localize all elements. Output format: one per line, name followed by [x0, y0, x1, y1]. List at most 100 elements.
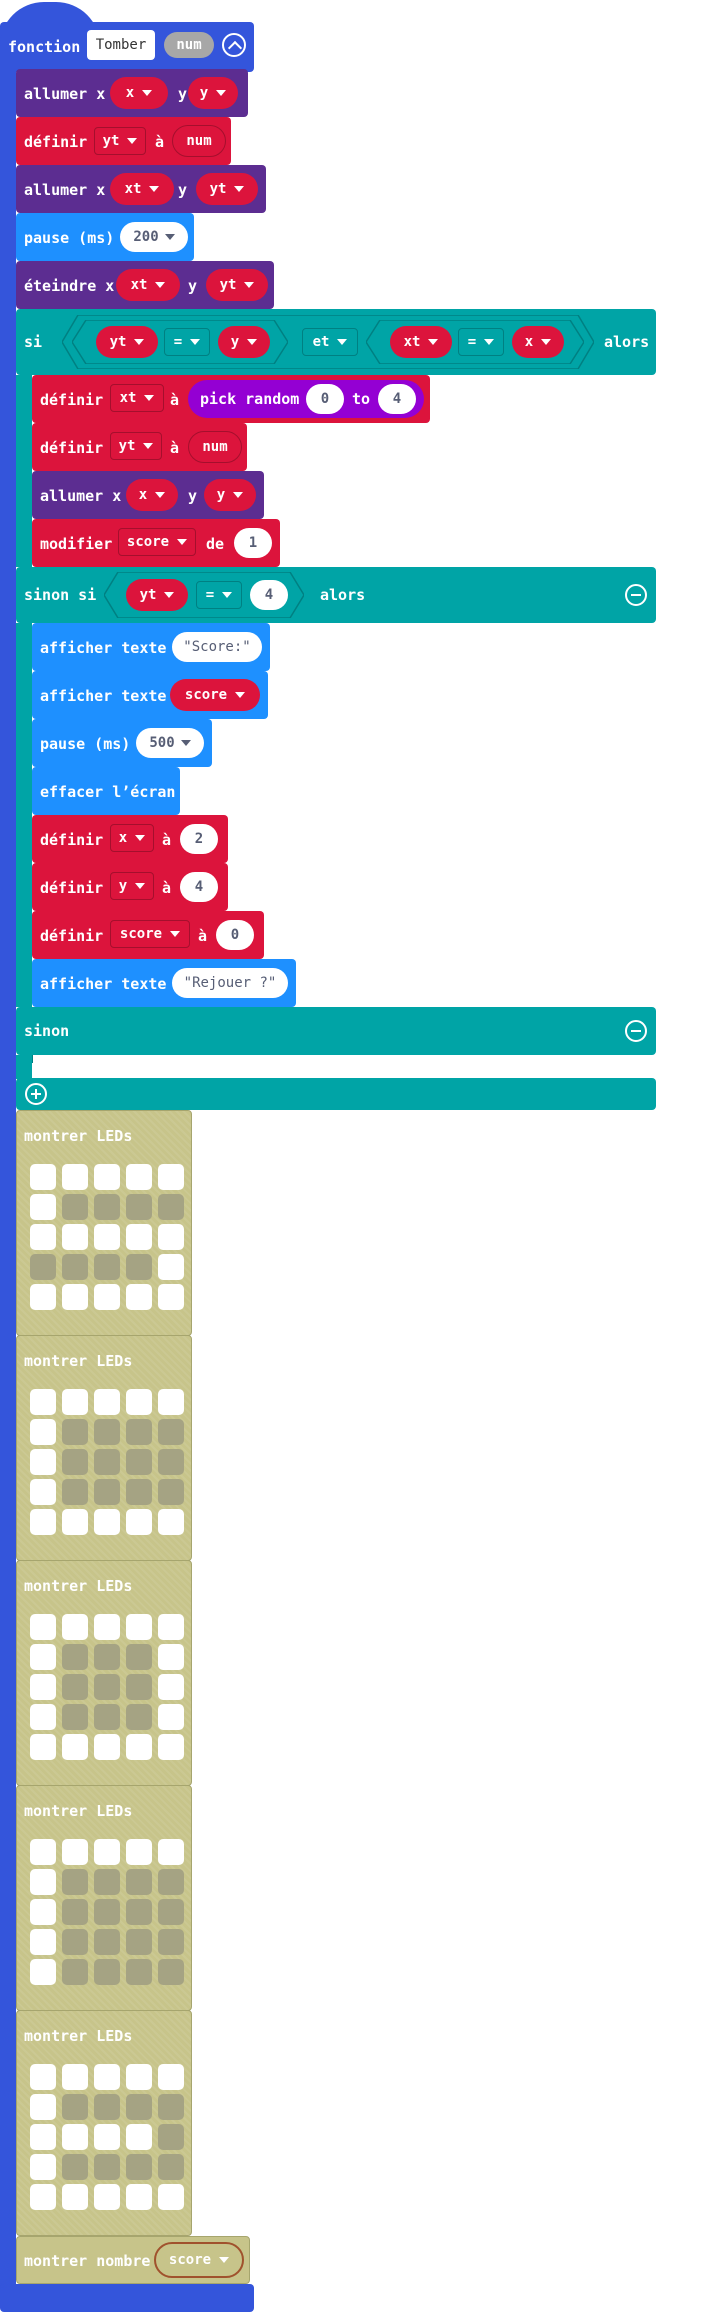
led-cell[interactable]: [30, 1164, 56, 1190]
led-cell[interactable]: [62, 1509, 88, 1535]
led-cell[interactable]: [126, 1509, 152, 1535]
led-cell[interactable]: [94, 1614, 120, 1640]
led-cell[interactable]: [126, 1389, 152, 1415]
change-score-value[interactable]: 1: [234, 528, 272, 558]
cond-op-b[interactable]: =: [458, 328, 504, 356]
plot-block-1-x[interactable]: x: [110, 77, 168, 109]
elseif-right[interactable]: 4: [250, 580, 288, 610]
led-cell[interactable]: [62, 1674, 88, 1700]
led-cell[interactable]: [158, 1839, 184, 1865]
led-cell[interactable]: [62, 1959, 88, 1985]
led-cell[interactable]: [30, 1734, 56, 1760]
set-random-var[interactable]: xt: [110, 384, 164, 412]
led-cell[interactable]: [126, 1929, 152, 1955]
led-cell[interactable]: [62, 2154, 88, 2180]
led-cell[interactable]: [158, 1449, 184, 1475]
and-dropdown[interactable]: et: [302, 328, 358, 356]
cond-left-a[interactable]: yt: [96, 326, 158, 358]
led-cell[interactable]: [158, 2124, 184, 2150]
led-cell[interactable]: [30, 1449, 56, 1475]
pause-block-2-value[interactable]: 500: [136, 728, 204, 758]
led-cell[interactable]: [94, 1419, 120, 1445]
led-cell[interactable]: [30, 1479, 56, 1505]
led-cell[interactable]: [30, 2124, 56, 2150]
led-cell[interactable]: [126, 1224, 152, 1250]
led-cell[interactable]: [94, 1929, 120, 1955]
led-cell[interactable]: [94, 2124, 120, 2150]
led-cell[interactable]: [158, 1419, 184, 1445]
led-cell[interactable]: [62, 1419, 88, 1445]
led-cell[interactable]: [30, 1614, 56, 1640]
led-cell[interactable]: [158, 1614, 184, 1640]
led-cell[interactable]: [62, 1869, 88, 1895]
led-cell[interactable]: [94, 1704, 120, 1730]
led-cell[interactable]: [94, 1734, 120, 1760]
set-block-1-var[interactable]: yt: [94, 127, 146, 155]
led-cell[interactable]: [126, 1284, 152, 1310]
plot-block-2-y[interactable]: yt: [196, 173, 258, 205]
change-score-var[interactable]: score: [118, 528, 196, 556]
set-block-3-value[interactable]: 2: [180, 824, 218, 854]
led-cell[interactable]: [62, 1734, 88, 1760]
led-cell[interactable]: [158, 1734, 184, 1760]
led-cell[interactable]: [30, 1419, 56, 1445]
led-cell[interactable]: [158, 2094, 184, 2120]
led-cell[interactable]: [158, 1389, 184, 1415]
led-cell[interactable]: [62, 1284, 88, 1310]
plot-block-2-x[interactable]: xt: [110, 173, 174, 205]
led-cell[interactable]: [126, 1644, 152, 1670]
led-cell[interactable]: [158, 1194, 184, 1220]
led-cell[interactable]: [94, 1284, 120, 1310]
unplot-block-y[interactable]: yt: [206, 269, 268, 301]
led-cell[interactable]: [158, 2064, 184, 2090]
pause-block-1-value[interactable]: 200: [120, 222, 188, 252]
led-cell[interactable]: [30, 1194, 56, 1220]
led-cell[interactable]: [30, 1704, 56, 1730]
set-block-1-value[interactable]: num: [172, 125, 226, 157]
led-cell[interactable]: [94, 2154, 120, 2180]
led-cell[interactable]: [94, 1254, 120, 1280]
led-cell[interactable]: [158, 1224, 184, 1250]
led-cell[interactable]: [62, 2094, 88, 2120]
set-block-4-var[interactable]: y: [110, 872, 154, 900]
led-cell[interactable]: [94, 1479, 120, 1505]
led-cell[interactable]: [30, 2184, 56, 2210]
led-cell[interactable]: [94, 2094, 120, 2120]
set-block-5-value[interactable]: 0: [216, 920, 254, 950]
led-cell[interactable]: [158, 1674, 184, 1700]
cond-op-a[interactable]: =: [164, 328, 210, 356]
led-cell[interactable]: [62, 2064, 88, 2090]
pick-random-from[interactable]: 0: [306, 384, 344, 414]
led-cell[interactable]: [30, 1959, 56, 1985]
led-cell[interactable]: [62, 1899, 88, 1925]
set-block-2-value[interactable]: num: [188, 431, 242, 463]
led-cell[interactable]: [158, 2184, 184, 2210]
led-cell[interactable]: [126, 1419, 152, 1445]
led-cell[interactable]: [158, 1164, 184, 1190]
led-cell[interactable]: [158, 1704, 184, 1730]
led-cell[interactable]: [126, 1674, 152, 1700]
elseif-left[interactable]: yt: [126, 579, 188, 611]
led-cell[interactable]: [94, 2184, 120, 2210]
led-cell[interactable]: [30, 2064, 56, 2090]
led-cell[interactable]: [158, 1899, 184, 1925]
led-cell[interactable]: [158, 1254, 184, 1280]
led-cell[interactable]: [126, 1704, 152, 1730]
led-cell[interactable]: [126, 2094, 152, 2120]
show-string-2-value[interactable]: score: [170, 679, 260, 711]
else-bar[interactable]: [16, 1007, 656, 1055]
elseif-op[interactable]: =: [196, 581, 242, 609]
led-cell[interactable]: [126, 2154, 152, 2180]
led-cell[interactable]: [126, 1254, 152, 1280]
led-cell[interactable]: [158, 1869, 184, 1895]
led-cell[interactable]: [62, 1224, 88, 1250]
show-string-3-value[interactable]: "Rejouer ?": [172, 968, 288, 998]
led-cell[interactable]: [62, 1839, 88, 1865]
led-cell[interactable]: [30, 1839, 56, 1865]
set-block-5-var[interactable]: score: [110, 920, 190, 948]
led-cell[interactable]: [30, 1509, 56, 1535]
led-cell[interactable]: [94, 1674, 120, 1700]
led-cell[interactable]: [94, 1389, 120, 1415]
led-cell[interactable]: [158, 1959, 184, 1985]
led-cell[interactable]: [30, 2154, 56, 2180]
